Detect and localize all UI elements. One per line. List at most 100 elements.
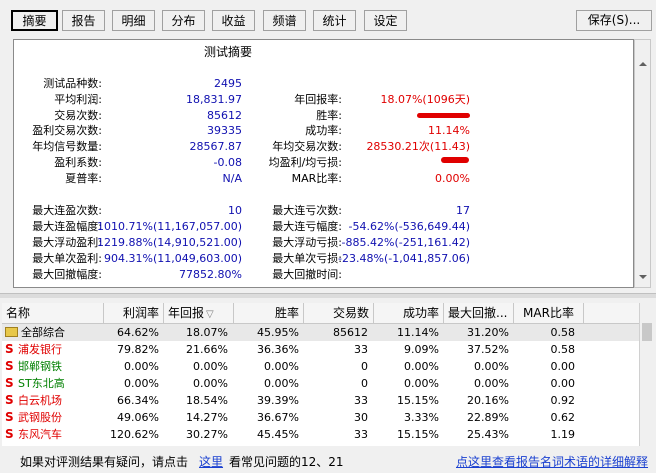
tab-returns[interactable]: 收益 [212, 10, 255, 31]
label-max-loss-streak: 最大连亏次数: [272, 204, 342, 217]
row-cell: 3.33% [404, 411, 439, 424]
column-header-mar-ratio[interactable]: MAR比率 [514, 303, 584, 323]
stock-icon: S [5, 376, 14, 390]
table-row[interactable]: S 邯郸钢铁 0.00% 0.00% 0.00% 0 0.00% 0.00% 0.00 [2, 358, 639, 375]
row-name-label: 东风汽车 [18, 428, 62, 441]
tab-detail[interactable]: 明细 [112, 10, 155, 31]
row-cell: 33 [354, 343, 368, 356]
row-cell: 85612 [333, 326, 368, 339]
row-cell: 66.34% [117, 394, 159, 407]
summary-scrollbar[interactable] [634, 39, 651, 288]
row-cell: 15.15% [397, 394, 439, 407]
scroll-down-icon[interactable] [639, 275, 647, 279]
row-cell: 0.62 [550, 411, 576, 424]
save-button[interactable]: 保存(S)... [576, 10, 652, 31]
value-annual-trades: 28530.21次(11.43) [366, 140, 470, 153]
value-max-loss-streak-amp: -54.62%(-536,649.44) [348, 220, 470, 233]
stock-icon: S [5, 393, 14, 407]
label-mar-ratio: MAR比率: [291, 172, 342, 185]
label-profit-factor: 盈利系数: [54, 156, 102, 169]
tab-distribution[interactable]: 分布 [162, 10, 205, 31]
row-cell: 0.00 [550, 377, 576, 390]
row-name-label: ST东北高 [18, 377, 65, 390]
stock-icon: S [5, 427, 14, 441]
tab-report[interactable]: 报告 [62, 10, 105, 31]
value-mar-ratio: 0.00% [435, 172, 470, 185]
summary-panel: 测试摘要 测试品种数: 2495 平均利润: 18,831.97 交易次数: 8… [13, 39, 634, 288]
value-winning-trades: 39335 [207, 124, 242, 137]
tab-spectrum[interactable]: 频谱 [263, 10, 306, 31]
row-cell: 18.07% [186, 326, 228, 339]
table-row[interactable]: S 浦发银行 79.82% 21.66% 36.36% 33 9.09% 37.52% 0.58 [2, 341, 639, 358]
column-header-annual-return[interactable]: 年回报 ▽ [164, 303, 234, 323]
row-cell: 0.00% [404, 360, 439, 373]
value-max-float-profit: 1219.88%(14,910,521.00) [97, 236, 242, 249]
row-cell: 30 [354, 411, 368, 424]
table-row[interactable]: S 武钢股份 49.06% 14.27% 36.67% 30 3.33% 22.89% 0.62 [2, 409, 639, 426]
row-name-label: 浦发银行 [18, 343, 62, 356]
label-win-rate: 胜率: [316, 109, 342, 122]
row-cell: 0.00% [264, 360, 299, 373]
label-avg-win-loss: 均盈利/均亏损: [268, 156, 342, 169]
value-success-rate: 11.14% [428, 124, 470, 137]
tab-summary[interactable]: 摘要 [11, 10, 58, 31]
value-max-win-streak-amp: 1010.71%(11,167,057.00) [97, 220, 242, 233]
footer: 如果对评测结果有疑问，请点击 这里 看常见问题的12、21 点这里查看报告名词术… [0, 448, 656, 473]
row-cell: 0.58 [550, 343, 576, 356]
scroll-up-icon[interactable] [639, 62, 647, 66]
table-header: 名称 利润率 年回报 ▽ 胜率 交易数 成功率 最大回撤... MAR比率 [2, 303, 639, 324]
row-cell: 45.95% [257, 326, 299, 339]
scroll-thumb[interactable] [642, 323, 652, 341]
column-header-success-rate[interactable]: 成功率 [374, 303, 444, 323]
panel-splitter[interactable] [0, 293, 656, 298]
row-cell: 120.62% [110, 428, 159, 441]
column-header-max-drawdown[interactable]: 最大回撤... [444, 303, 514, 323]
row-cell: 14.27% [186, 411, 228, 424]
row-cell: 49.06% [117, 411, 159, 424]
label-winning-trades: 盈利交易次数: [32, 124, 102, 137]
label-annual-return: 年回报率: [294, 93, 342, 106]
row-name-label: 白云机场 [18, 394, 62, 407]
column-header-win-rate[interactable]: 胜率 [234, 303, 304, 323]
row-cell: 21.66% [186, 343, 228, 356]
row-cell: 0.00% [474, 360, 509, 373]
row-name: S 白云机场 [5, 392, 103, 409]
label-annual-signals: 年均信号数量: [32, 140, 102, 153]
row-name-label: 全部综合 [21, 326, 65, 339]
stock-icon: S [5, 342, 14, 356]
value-max-loss-streak: 17 [456, 204, 470, 217]
row-cell: 0.00% [264, 377, 299, 390]
footer-glossary-link[interactable]: 点这里查看报告名词术语的详细解释 [456, 453, 648, 470]
label-trade-count: 交易次数: [54, 109, 102, 122]
table-scrollbar[interactable] [639, 303, 655, 446]
label-success-rate: 成功率: [305, 124, 342, 137]
table-row[interactable]: S ST东北高 0.00% 0.00% 0.00% 0 0.00% 0.00% 0.00 [2, 375, 639, 392]
value-annual-signals: 28567.87 [189, 140, 243, 153]
value-max-single-profit: 904.31%(11,049,603.00) [104, 252, 242, 265]
sort-icon: ▽ [206, 309, 214, 320]
table-row[interactable]: S 东风汽车 120.62% 30.27% 45.45% 33 15.15% 25.43% 1.… [2, 426, 639, 443]
summary-title: 测试摘要 [204, 45, 253, 59]
row-cell: 0 [361, 377, 368, 390]
value-max-drawdown: 77852.80% [179, 268, 242, 281]
row-name: 全部综合 [5, 324, 103, 341]
label-max-drawdown-time: 最大回撤时间: [272, 268, 342, 281]
row-name: S 邯郸钢铁 [5, 358, 103, 375]
tab-statistics[interactable]: 统计 [313, 10, 356, 31]
row-cell: 11.14% [397, 326, 439, 339]
folder-icon [5, 327, 18, 337]
column-header-trades[interactable]: 交易数 [304, 303, 374, 323]
column-header-name[interactable]: 名称 [2, 303, 104, 323]
row-cell: 18.54% [186, 394, 228, 407]
column-header-profit-rate[interactable]: 利润率 [104, 303, 164, 323]
table-row[interactable]: 全部综合 64.62% 18.07% 45.95% 85612 11.14% 31.20% 0… [2, 324, 639, 341]
label-sharpe: 夏普率: [65, 172, 102, 185]
tab-settings[interactable]: 设定 [364, 10, 407, 31]
redaction-mark [417, 113, 470, 118]
value-sharpe: N/A [222, 172, 242, 185]
row-cell: 36.36% [257, 343, 299, 356]
value-trade-count: 85612 [207, 109, 242, 122]
table-row[interactable]: S 白云机场 66.34% 18.54% 39.39% 33 15.15% 20.16% 0.9… [2, 392, 639, 409]
row-cell: 15.15% [397, 428, 439, 441]
footer-here-link[interactable]: 这里 [199, 453, 223, 470]
